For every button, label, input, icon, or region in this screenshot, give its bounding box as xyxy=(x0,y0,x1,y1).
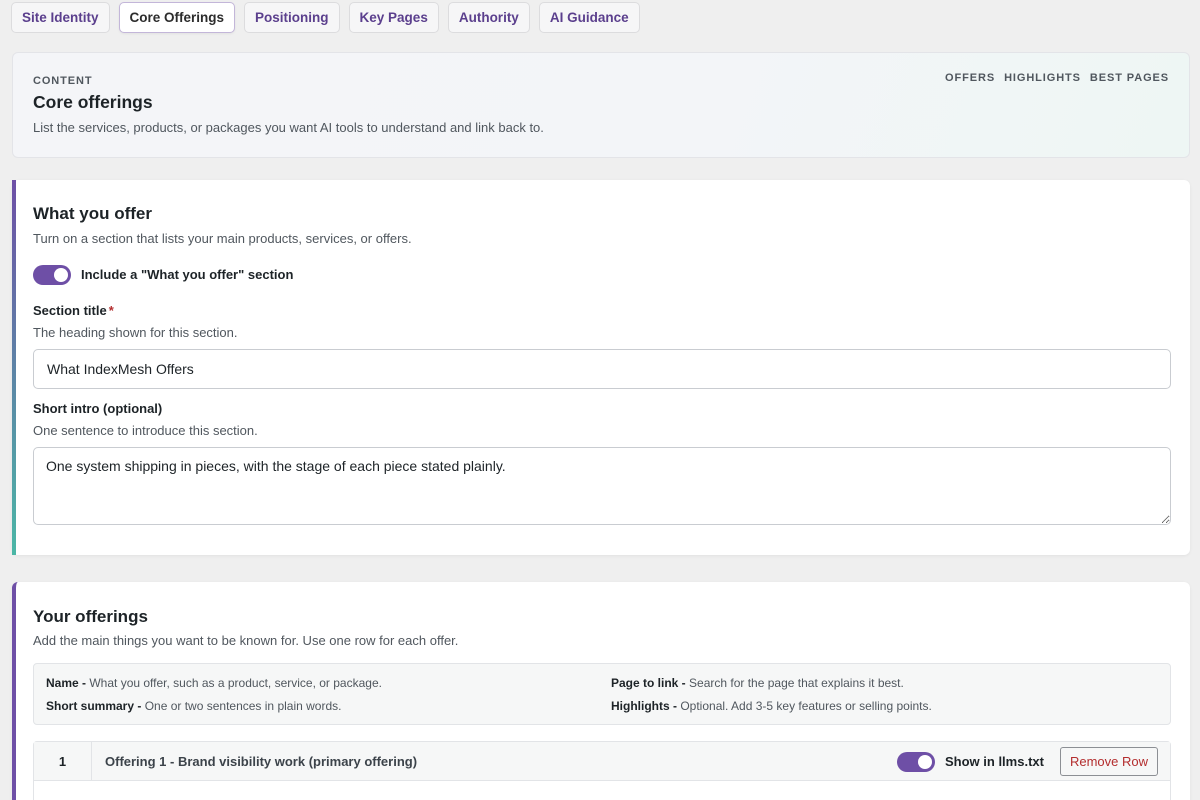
what-you-offer-title: What you offer xyxy=(33,204,152,223)
tab-positioning[interactable]: Positioning xyxy=(244,2,340,33)
quick-link-offers[interactable]: OFFERS xyxy=(945,72,995,84)
required-marker: * xyxy=(108,303,114,318)
offering-row-title: Offering 1 - Brand visibility work (prim… xyxy=(105,754,418,769)
section-title-help: The heading shown for this section. xyxy=(33,325,238,340)
legend-item-name: Name - What you offer, such as a product… xyxy=(46,676,382,690)
legend-item-short-summary: Short summary - One or two sentences in … xyxy=(46,699,342,713)
quick-link-highlights[interactable]: HIGHLIGHTS xyxy=(1004,72,1081,84)
tab-ai-guidance[interactable]: AI Guidance xyxy=(538,2,640,33)
show-in-llms-label: Show in llms.txt xyxy=(945,754,1044,769)
tab-core-offerings[interactable]: Core Offerings xyxy=(118,2,236,33)
show-in-llms-toggle[interactable] xyxy=(897,752,935,772)
tab-key-pages[interactable]: Key Pages xyxy=(348,2,439,33)
legend-item-highlights: Highlights - Optional. Add 3-5 key featu… xyxy=(611,699,932,713)
offering-row-number: 1 xyxy=(34,742,92,781)
what-you-offer-description: Turn on a section that lists your main p… xyxy=(33,231,412,246)
short-intro-label: Short intro (optional) xyxy=(33,401,163,416)
offering-row-header: 1 Offering 1 - Brand visibility work (pr… xyxy=(34,742,1170,781)
page-description: List the services, products, or packages… xyxy=(33,120,544,135)
quick-link-best-pages[interactable]: BEST PAGES xyxy=(1090,72,1169,84)
section-title-label: Section title * xyxy=(33,303,114,318)
your-offerings-card: Your offerings Add the main things you w… xyxy=(12,582,1190,800)
short-intro-textarea[interactable]: One system shipping in pieces, with the … xyxy=(33,447,1171,525)
include-section-toggle[interactable] xyxy=(33,265,71,285)
remove-row-button[interactable]: Remove Row xyxy=(1059,747,1158,776)
section-eyebrow: CONTENT xyxy=(33,75,93,87)
quick-links: OFFERS HIGHLIGHTS BEST PAGES xyxy=(945,72,1169,84)
what-you-offer-card: What you offer Turn on a section that li… xyxy=(12,180,1190,555)
field-legend: Name - What you offer, such as a product… xyxy=(33,663,1171,725)
tab-authority[interactable]: Authority xyxy=(447,2,530,33)
content-header-panel: CONTENT Core offerings List the services… xyxy=(12,52,1190,158)
your-offerings-description: Add the main things you want to be known… xyxy=(33,633,459,648)
include-section-toggle-label: Include a "What you offer" section xyxy=(81,267,294,282)
tab-site-identity[interactable]: Site Identity xyxy=(11,2,110,33)
your-offerings-title: Your offerings xyxy=(33,607,148,626)
short-intro-help: One sentence to introduce this section. xyxy=(33,423,258,438)
offering-row: 1 Offering 1 - Brand visibility work (pr… xyxy=(33,741,1171,800)
legend-item-page-to-link: Page to link - Search for the page that … xyxy=(611,676,904,690)
tab-bar: Site Identity Core Offerings Positioning… xyxy=(11,2,640,33)
section-title-input[interactable] xyxy=(33,349,1171,389)
page-title: Core offerings xyxy=(33,92,153,112)
